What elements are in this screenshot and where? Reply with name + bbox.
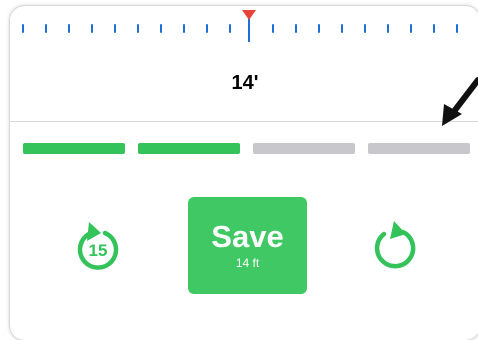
progress-step-pending <box>368 143 470 154</box>
ruler-tick <box>91 24 93 33</box>
measurement-value: 14' <box>231 72 259 94</box>
ruler-tick <box>206 24 208 33</box>
ruler-tick <box>45 24 47 33</box>
replay-15-icon: 15 <box>77 222 119 270</box>
ruler-tick <box>22 24 24 33</box>
ruler-tick <box>433 24 435 33</box>
save-label: Save <box>211 219 284 254</box>
ruler-tick <box>137 24 139 33</box>
save-sublabel: 14 ft <box>235 256 260 270</box>
ruler-tick <box>410 24 412 33</box>
ruler-tick <box>229 24 231 33</box>
progress-step-completed <box>23 143 125 154</box>
ruler-tick <box>114 24 116 33</box>
redo-icon <box>374 221 416 269</box>
ruler-tick <box>68 24 70 33</box>
measurement-card: 14' 15 Save 14 ft <box>10 6 478 340</box>
ruler-tick <box>364 24 366 33</box>
ruler-center-indicator <box>248 18 250 42</box>
ruler-tick <box>341 24 343 33</box>
replay-15-label: 15 <box>89 241 108 260</box>
progress-step-completed <box>138 143 240 154</box>
ruler-tick <box>272 24 274 33</box>
ruler-tick <box>183 24 185 33</box>
step-progress <box>23 143 471 155</box>
redo-button[interactable] <box>362 215 426 279</box>
ruler-tick <box>160 24 162 33</box>
ruler-scale[interactable] <box>10 6 478 56</box>
save-button[interactable]: Save 14 ft <box>188 197 307 294</box>
replay-15-button[interactable]: 15 <box>67 216 131 280</box>
triangle-marker-icon <box>242 10 256 20</box>
annotation-arrow-icon <box>442 77 478 126</box>
ruler-tick <box>456 24 458 33</box>
divider <box>10 121 478 122</box>
ruler-tick <box>318 24 320 33</box>
ruler-tick <box>295 24 297 33</box>
ruler-tick <box>387 24 389 33</box>
progress-step-pending <box>253 143 355 154</box>
